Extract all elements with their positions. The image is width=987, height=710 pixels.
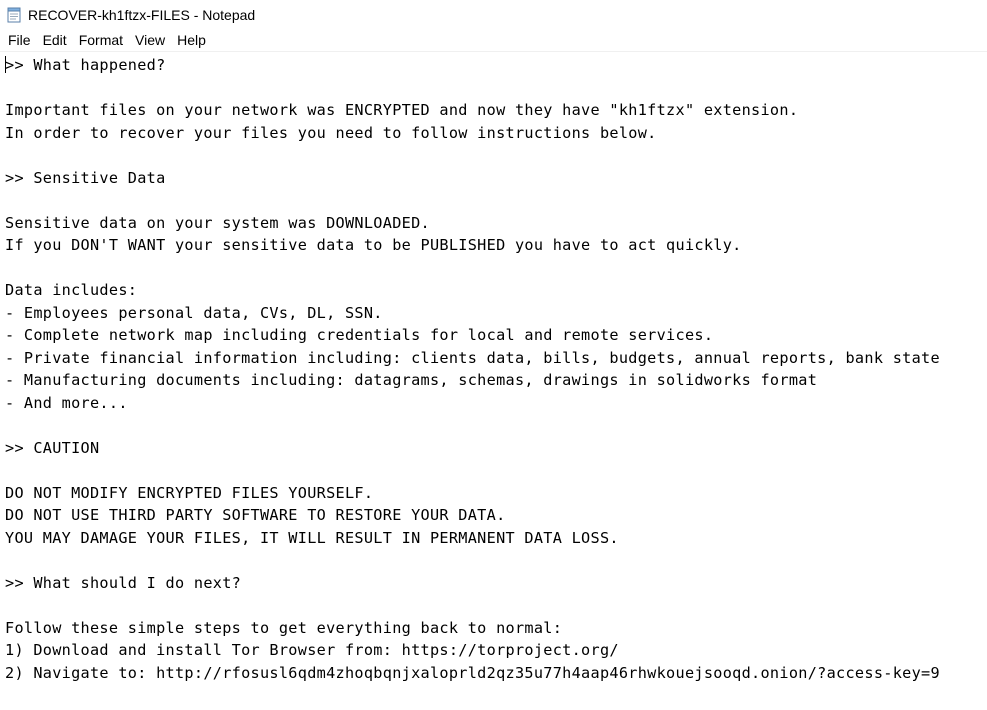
- menu-help[interactable]: Help: [171, 32, 212, 48]
- document-line: - Private financial information includin…: [5, 348, 940, 367]
- document-line: Important files on your network was ENCR…: [5, 101, 799, 119]
- document-line-text: >> What happened?: [5, 56, 166, 74]
- document-line: In order to recover your files you need …: [5, 123, 657, 142]
- notepad-icon: [7, 7, 21, 22]
- document-line: Data includes:: [5, 281, 138, 299]
- document-line: 2) Navigate to: http://rfosusl6qdm4zhoqb…: [5, 663, 940, 682]
- document-line: >> What should I do next?: [5, 573, 242, 592]
- window-title: RECOVER-kh1ftzx-FILES - Notepad: [28, 6, 256, 23]
- document-line: >> Sensitive Data: [5, 168, 166, 187]
- document-line: If you DON'T WANT your sensitive data to…: [5, 236, 742, 254]
- document-line: - Manufacturing documents including: dat…: [5, 371, 818, 389]
- document-line: - Complete network map including credent…: [5, 326, 714, 344]
- document-line: >> CAUTION: [5, 438, 100, 457]
- text-editor[interactable]: >> What happened? Important files on you…: [0, 54, 987, 710]
- menu-bar: File Edit Format View Help: [0, 29, 987, 52]
- menu-format[interactable]: Format: [73, 32, 129, 48]
- document-line: Sensitive data on your system was DOWNLO…: [5, 213, 430, 232]
- document-line: 1) Download and install Tor Browser from…: [5, 641, 619, 659]
- menu-file[interactable]: File: [2, 32, 37, 48]
- document-line: - And more...: [5, 393, 128, 412]
- document-line: DO NOT USE THIRD PARTY SOFTWARE TO RESTO…: [5, 506, 506, 524]
- document-line: - Employees personal data, CVs, DL, SSN.: [5, 303, 383, 322]
- title-bar[interactable]: RECOVER-kh1ftzx-FILES - Notepad: [0, 0, 987, 29]
- menu-edit[interactable]: Edit: [37, 32, 73, 48]
- document-line: >> What happened?: [5, 54, 987, 77]
- document-line: Follow these simple steps to get everyth…: [5, 618, 563, 637]
- document-line: DO NOT MODIFY ENCRYPTED FILES YOURSELF.: [5, 483, 374, 502]
- document-line: YOU MAY DAMAGE YOUR FILES, IT WILL RESUL…: [5, 528, 619, 547]
- notepad-window: RECOVER-kh1ftzx-FILES - Notepad File Edi…: [0, 0, 987, 710]
- menu-view[interactable]: View: [129, 32, 171, 48]
